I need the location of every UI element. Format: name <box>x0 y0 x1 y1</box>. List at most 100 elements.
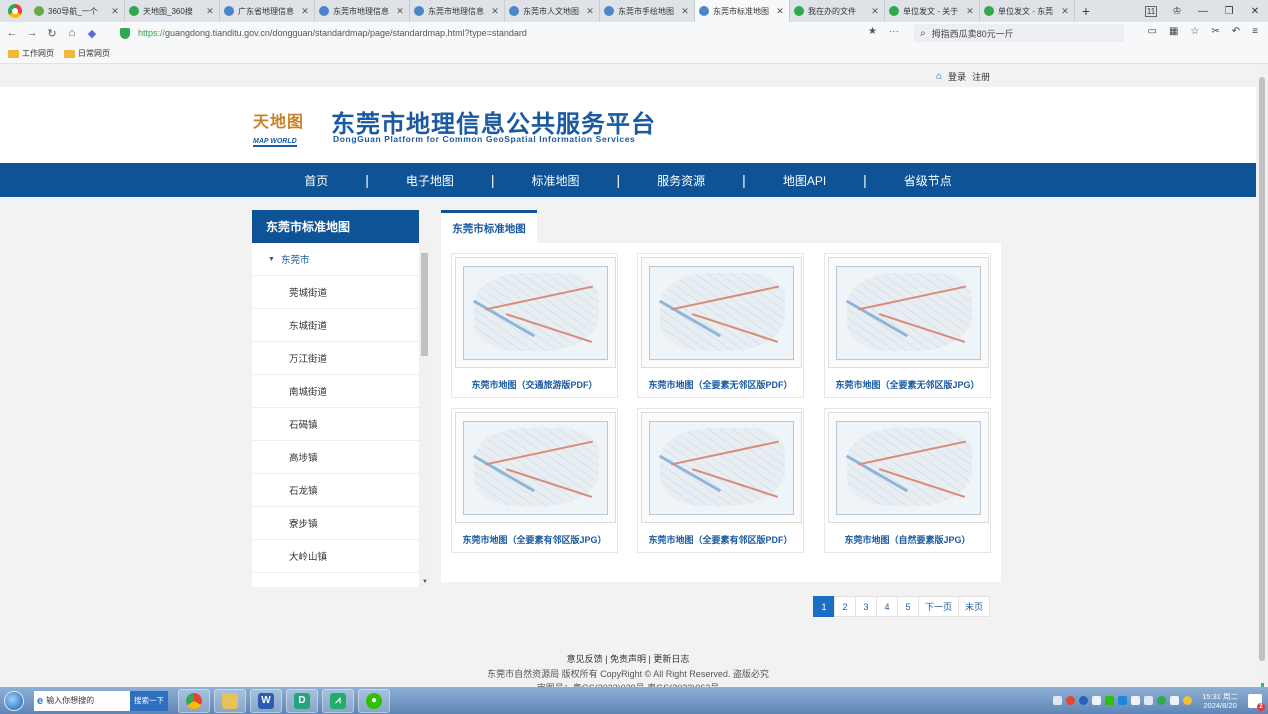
tab-close-icon[interactable]: ✕ <box>1060 6 1070 17</box>
sidebar-root-item[interactable]: ▼ 东莞市 <box>252 243 419 276</box>
home-icon[interactable]: ⌂ <box>64 27 80 39</box>
tianditu-logo[interactable]: 天地图 MAP WORLD <box>253 108 315 147</box>
start-button[interactable] <box>0 687 28 714</box>
map-card[interactable]: 东莞市地图（交通旅游版PDF） <box>451 253 618 398</box>
window-icon[interactable]: ▭ <box>1148 26 1157 37</box>
tab-count-badge[interactable]: 11 <box>1145 5 1157 17</box>
map-card-label[interactable]: 东莞市地图（自然要素版JPG） <box>825 533 990 546</box>
tray-mic-icon[interactable] <box>1092 696 1102 705</box>
more-icon[interactable]: ··· <box>889 26 899 37</box>
tab-standard-map[interactable]: 东莞市标准地图 <box>441 210 537 243</box>
page-number-button[interactable]: 2 <box>834 596 856 617</box>
browser-tab[interactable]: 广东省地理信息 ✕ <box>220 0 315 22</box>
nav-item[interactable]: 地图API <box>746 172 863 189</box>
url-field[interactable]: https://guangdong.tianditu.gov.cn/donggu… <box>120 24 900 42</box>
taskbar-wechat-app[interactable]: ● <box>358 688 390 713</box>
sidebar-item[interactable]: 东城街道 <box>252 309 419 342</box>
forward-icon[interactable]: → <box>24 27 40 39</box>
map-card[interactable]: 东莞市地图（自然要素版JPG） <box>824 408 991 553</box>
map-card-label[interactable]: 东莞市地图（全要素无邻区版PDF） <box>638 378 803 391</box>
last-page-button[interactable]: 末页 <box>958 596 991 617</box>
tray-network-icon[interactable] <box>1131 696 1141 705</box>
footer-links[interactable]: 意见反馈 | 免责声明 | 更新日志 <box>0 652 1256 665</box>
sidebar-item[interactable]: 大岭山镇 <box>252 540 419 573</box>
tab-close-icon[interactable]: ✕ <box>965 6 975 17</box>
page-scroll-thumb[interactable] <box>1259 77 1265 661</box>
nav-item[interactable]: 省级节点 <box>867 172 989 189</box>
nav-item[interactable]: 标准地图 <box>495 172 617 189</box>
tray-volume-icon[interactable] <box>1170 696 1180 705</box>
sidebar-item[interactable]: 南城街道 <box>252 375 419 408</box>
map-thumbnail[interactable] <box>641 412 802 523</box>
browser-tab[interactable]: 单位发文 - 东莞 ✕ <box>980 0 1075 22</box>
minimize-icon[interactable]: — <box>1190 6 1216 17</box>
extension-icon[interactable]: ◆ <box>84 27 100 40</box>
close-window-icon[interactable]: ✕ <box>1242 6 1268 17</box>
page-number-button[interactable]: 5 <box>897 596 919 617</box>
back-icon[interactable]: ← <box>4 27 20 39</box>
map-thumbnail[interactable] <box>828 257 989 368</box>
taskbar-search-input[interactable]: e 输入你想搜的 <box>34 690 130 711</box>
register-link[interactable]: 注册 <box>972 70 990 83</box>
browser-tab[interactable]: 东莞市标准地图 ✕ <box>695 0 790 22</box>
tab-close-icon[interactable]: ✕ <box>205 6 215 17</box>
page-number-button[interactable]: 3 <box>855 596 877 617</box>
sidebar-scrollbar[interactable]: ▼ <box>419 243 430 587</box>
browser-tab[interactable]: 天地图_360搜 ✕ <box>125 0 220 22</box>
home-icon[interactable]: ⌂ <box>936 71 942 82</box>
reload-icon[interactable]: ↻ <box>44 27 60 40</box>
tray-monitor-icon[interactable] <box>1144 696 1154 705</box>
tray-help-icon[interactable] <box>1079 696 1089 705</box>
menu-icon[interactable]: ≡ <box>1252 26 1258 37</box>
tab-close-icon[interactable]: ✕ <box>110 6 120 17</box>
map-thumbnail[interactable] <box>641 257 802 368</box>
browser-tab[interactable]: 东莞市人文地图 ✕ <box>505 0 600 22</box>
map-card-label[interactable]: 东莞市地图（交通旅游版PDF） <box>452 378 617 391</box>
browser-tab[interactable]: 我在办的文件 ✕ <box>790 0 885 22</box>
sidebar-scroll-thumb[interactable] <box>421 253 428 356</box>
map-card[interactable]: 东莞市地图（全要素无邻区版PDF） <box>637 253 804 398</box>
browser-search-input[interactable]: ⌕ 拇指西瓜卖80元一斤 <box>914 24 1124 42</box>
browser-tab[interactable]: 360导航_一个 ✕ <box>30 0 125 22</box>
shirt-icon[interactable]: ♔ <box>1164 6 1190 17</box>
tray-security-icon[interactable] <box>1157 696 1167 705</box>
tab-close-icon[interactable]: ✕ <box>585 6 595 17</box>
tab-close-icon[interactable]: ✕ <box>775 6 785 17</box>
sidebar-item[interactable]: 高埗镇 <box>252 441 419 474</box>
taskbar-word-app[interactable]: W <box>250 688 282 713</box>
sidebar-item[interactable]: 石龙镇 <box>252 474 419 507</box>
page-number-button[interactable]: 4 <box>876 596 898 617</box>
browser-tab[interactable]: 东莞市地理信息 ✕ <box>315 0 410 22</box>
browser-tab[interactable]: 东莞市地理信息 ✕ <box>410 0 505 22</box>
tab-close-icon[interactable]: ✕ <box>870 6 880 17</box>
sidebar-item[interactable]: 石碣镇 <box>252 408 419 441</box>
tray-ch-icon[interactable] <box>1053 696 1063 705</box>
page-number-button[interactable]: 1 <box>813 596 835 617</box>
scissors-icon[interactable]: ✂ <box>1211 26 1219 37</box>
map-thumbnail[interactable] <box>455 257 616 368</box>
map-card-label[interactable]: 东莞市地图（全要素有邻区版PDF） <box>638 533 803 546</box>
tray-app-icon[interactable] <box>1118 696 1128 705</box>
login-link[interactable]: 登录 <box>948 70 966 83</box>
scroll-down-arrow-icon[interactable]: ▼ <box>422 579 428 585</box>
taskbar-search-button[interactable]: 搜索一下 <box>130 690 168 711</box>
bookmark-star-icon[interactable]: ★ <box>868 26 877 37</box>
sidebar-item[interactable]: 万江街道 <box>252 342 419 375</box>
taskbar-app-d[interactable]: D <box>286 688 318 713</box>
next-page-button[interactable]: 下一页 <box>918 596 960 617</box>
tab-close-icon[interactable]: ✕ <box>490 6 500 17</box>
notification-icon[interactable]: 2 <box>1248 693 1265 711</box>
taskbar-browser-app[interactable] <box>178 688 210 713</box>
nav-item[interactable]: 电子地图 <box>369 172 491 189</box>
nav-item[interactable]: 首页 <box>267 172 365 189</box>
page-scrollbar[interactable] <box>1256 65 1268 705</box>
tab-close-icon[interactable]: ✕ <box>680 6 690 17</box>
tab-close-icon[interactable]: ✕ <box>395 6 405 17</box>
tray-360-icon[interactable] <box>1183 696 1193 705</box>
new-tab-icon[interactable]: + <box>1075 3 1097 19</box>
browser-tab[interactable]: 东莞市手绘地图 ✕ <box>600 0 695 22</box>
taskbar-app-chart[interactable]: ⩘ <box>322 688 354 713</box>
taskbar-explorer-app[interactable] <box>214 688 246 713</box>
map-card[interactable]: 东莞市地图（全要素有邻区版PDF） <box>637 408 804 553</box>
bookmark-work[interactable]: 工作网页 <box>8 48 54 59</box>
